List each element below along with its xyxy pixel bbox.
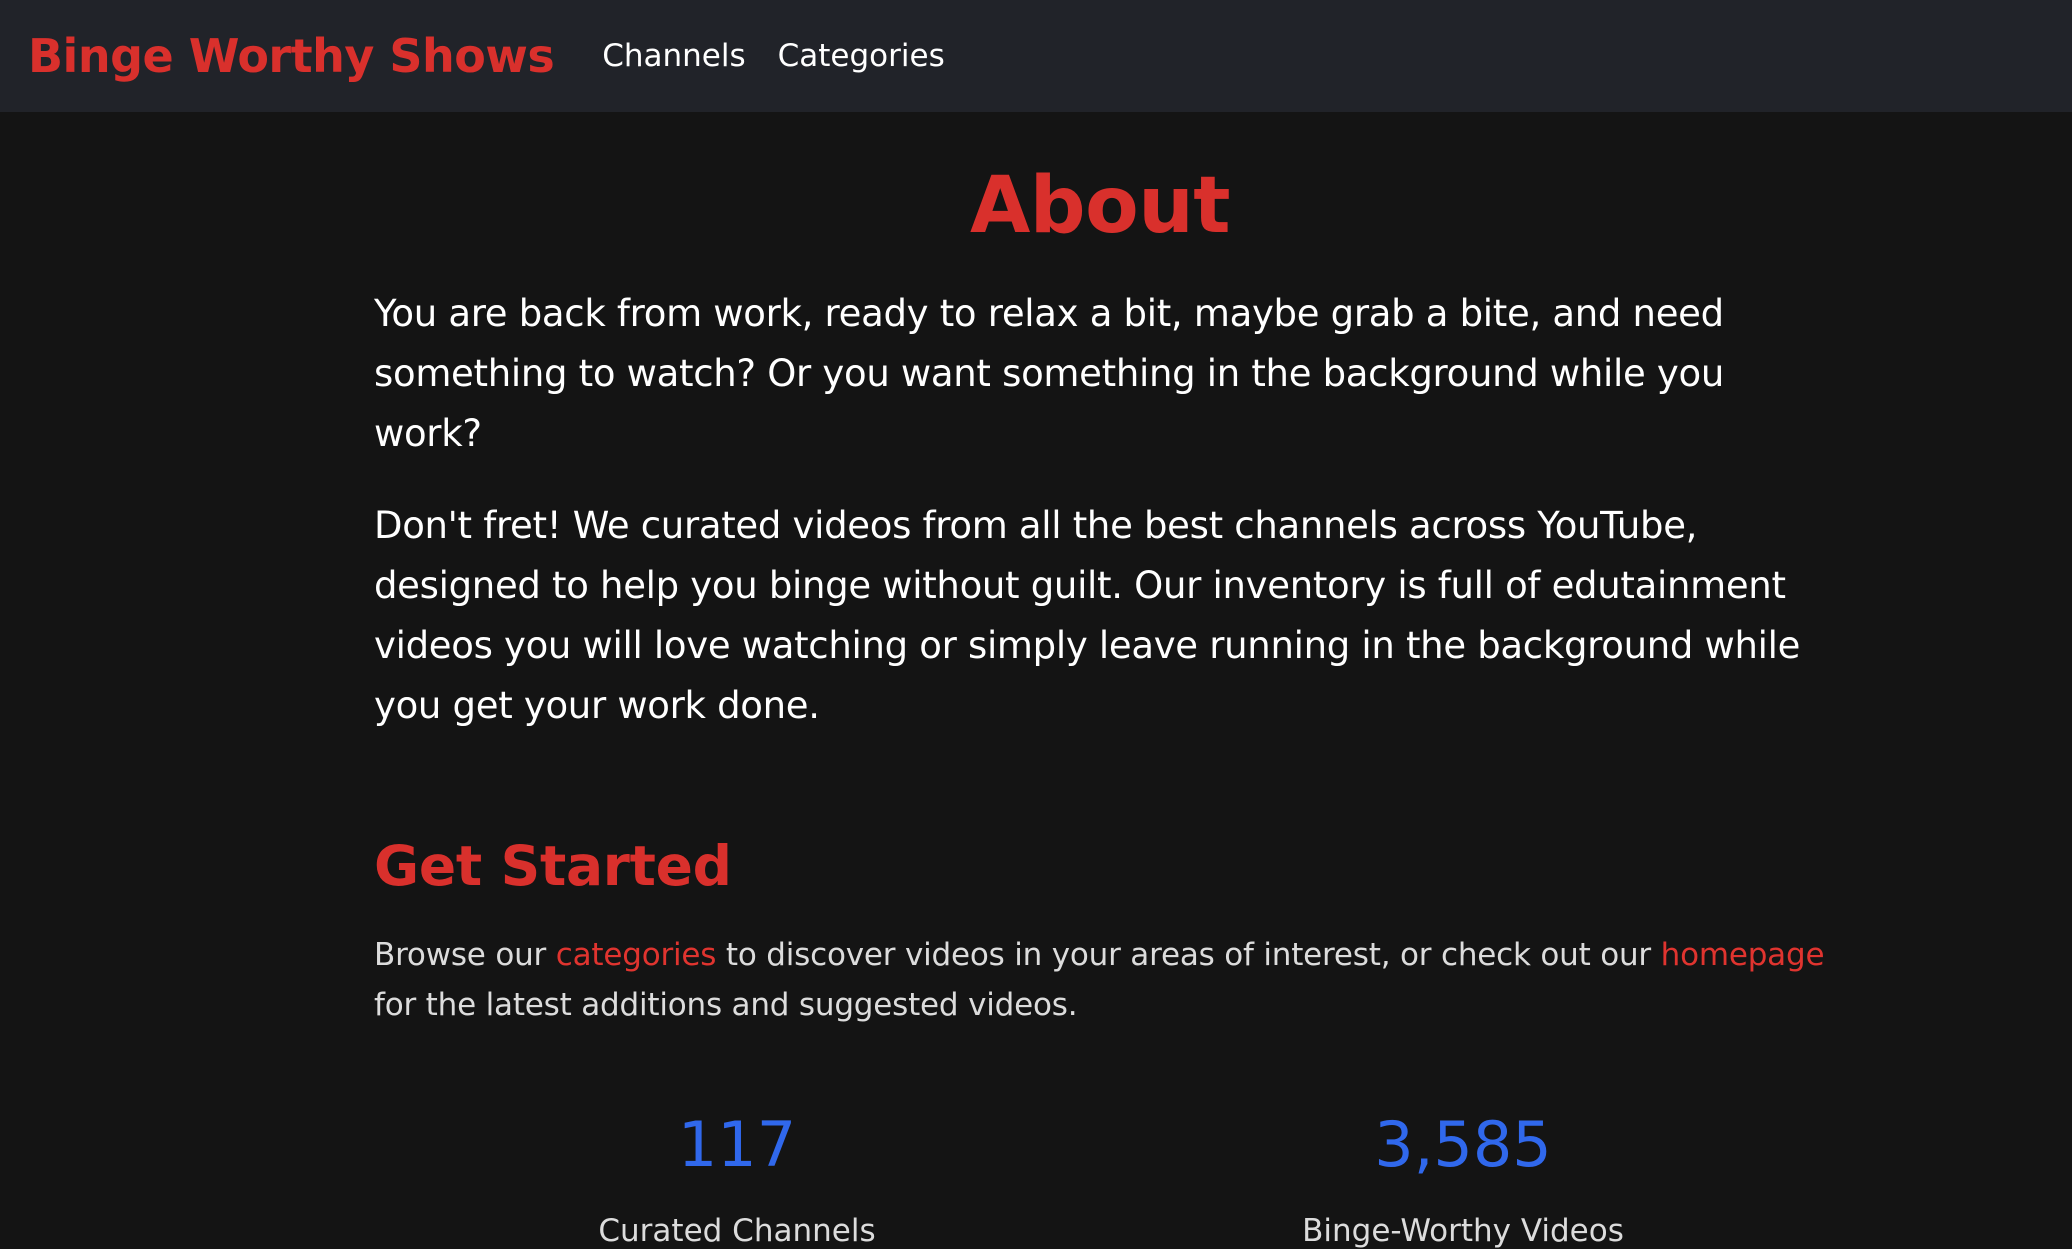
about-paragraph-intro: You are back from work, ready to relax a… bbox=[374, 291, 1724, 455]
get-started-heading: Get Started bbox=[374, 833, 732, 898]
stat-channels: 117 Curated Channels bbox=[374, 1114, 1100, 1247]
nav-link-categories[interactable]: Categories bbox=[778, 38, 945, 74]
get-started-text-before: Browse our bbox=[374, 937, 556, 974]
nav-link-channels[interactable]: Channels bbox=[602, 38, 745, 74]
get-started-text: Browse our categories to discover videos… bbox=[374, 930, 1826, 1030]
get-started-text-middle: to discover videos in your areas of inte… bbox=[716, 937, 1661, 974]
navbar: Binge Worthy Shows Channels Categories bbox=[0, 0, 2072, 112]
stat-videos-label: Binge-Worthy Videos bbox=[1302, 1213, 1624, 1249]
brand-logo-link[interactable]: Binge Worthy Shows bbox=[28, 29, 555, 83]
homepage-link[interactable]: homepage bbox=[1661, 937, 1825, 973]
stats-row: 117 Curated Channels 3,585 Binge-Worthy … bbox=[374, 1114, 1826, 1247]
stat-videos-number: 3,585 bbox=[1374, 1108, 1552, 1182]
stat-channels-label: Curated Channels bbox=[598, 1213, 876, 1249]
stat-videos: 3,585 Binge-Worthy Videos bbox=[1100, 1114, 1826, 1247]
nav-links: Channels Categories bbox=[602, 38, 945, 74]
stat-channels-number: 117 bbox=[677, 1108, 797, 1182]
main-content: About You are back from work, ready to r… bbox=[374, 112, 1826, 1247]
about-paragraph-curation: Don't fret! We curated videos from all t… bbox=[374, 503, 1801, 727]
page-title: About bbox=[969, 161, 1231, 251]
get-started-text-after: for the latest additions and suggested v… bbox=[374, 987, 1078, 1024]
categories-link[interactable]: categories bbox=[556, 937, 717, 973]
